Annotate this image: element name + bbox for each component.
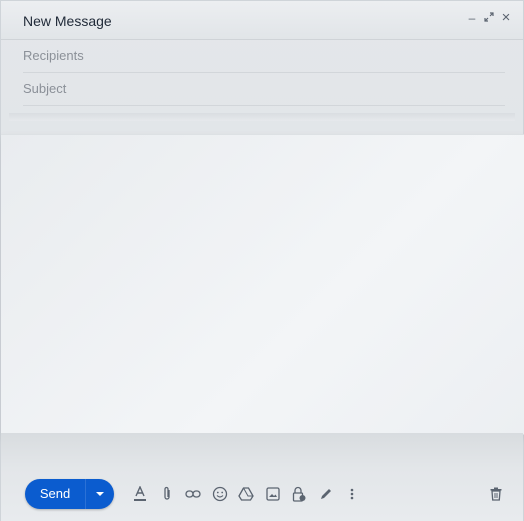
subject-field[interactable]: Subject [23,73,505,106]
link-icon[interactable] [180,483,207,505]
compose-header: New Message – × [1,1,523,40]
expand-icon[interactable] [484,11,494,25]
close-icon[interactable]: × [501,10,511,25]
compose-title: New Message [23,13,112,29]
image-icon[interactable] [260,483,287,505]
minimize-icon[interactable]: – [467,11,477,25]
format-text-icon[interactable] [127,483,154,505]
compose-window: New Message – × Recipients Subject Send [0,0,524,521]
attach-icon[interactable] [154,483,181,505]
more-options-icon[interactable] [339,483,366,505]
drive-icon[interactable] [233,483,260,505]
lock-clock-icon[interactable] [286,483,313,505]
send-button[interactable]: Send [25,479,85,509]
send-button-group: Send [25,479,114,509]
divider [9,113,515,121]
trash-icon[interactable] [487,483,505,505]
message-body[interactable] [1,134,524,435]
send-options-chevron-icon[interactable] [86,479,114,509]
signature-pen-icon[interactable] [313,483,340,505]
recipients-field[interactable]: Recipients [23,40,505,73]
window-controls: – × [467,10,511,25]
emoji-icon[interactable] [207,483,234,505]
formatting-tools [127,483,366,505]
